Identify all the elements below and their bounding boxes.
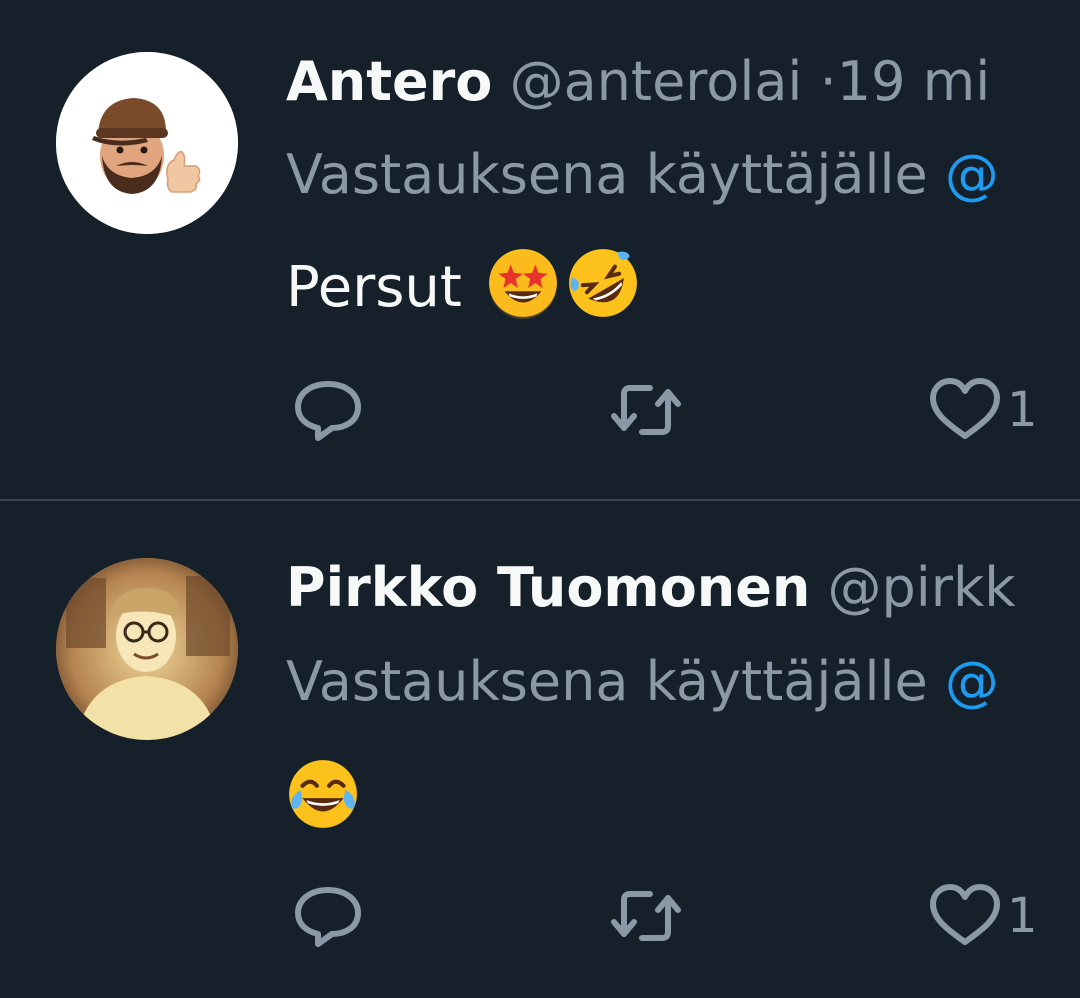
tweet-actions: 1: [0, 876, 1080, 956]
reply-context: Vastauksena käyttäjälle @: [286, 650, 1080, 714]
like-count: 1: [1007, 888, 1038, 944]
like-count: 1: [1007, 382, 1038, 438]
reply-context: Vastauksena käyttäjälle @: [286, 143, 1080, 207]
retweet-button[interactable]: [606, 370, 686, 450]
tweet-text: [286, 757, 360, 832]
avatar[interactable]: [56, 52, 238, 234]
timestamp[interactable]: 19 mi: [837, 50, 990, 113]
tweet-text: Persut: [286, 246, 640, 321]
face-with-tears-of-joy-emoji: [286, 757, 360, 831]
tweet-header: Antero @anterolai ·19 mi: [286, 50, 1080, 114]
rolling-on-floor-laughing-emoji: [566, 246, 640, 320]
retweet-icon: [611, 891, 681, 941]
reply-mention-link[interactable]: @: [945, 650, 999, 713]
star-struck-emoji: [486, 246, 560, 320]
like-button[interactable]: 1: [925, 876, 1038, 956]
reply-context-label: Vastauksena käyttäjälle: [286, 143, 928, 206]
user-handle[interactable]: @anterolai: [510, 50, 803, 113]
tweet-text-content: Persut: [286, 255, 462, 320]
reply-icon: [295, 887, 361, 947]
memoji-avatar-image: [56, 52, 238, 234]
reply-context-label: Vastauksena käyttäjälle: [286, 650, 928, 713]
tweet-header: Pirkko Tuomonen @pirkk: [286, 556, 1080, 620]
display-name[interactable]: Pirkko Tuomonen: [286, 556, 810, 619]
separator-dot: ·: [819, 50, 837, 113]
reply-mention-link[interactable]: @: [945, 143, 999, 206]
like-button[interactable]: 1: [925, 370, 1038, 450]
heart-icon: [930, 378, 1000, 439]
tweet-actions: 1: [0, 370, 1080, 450]
reply-button[interactable]: [288, 876, 368, 956]
user-handle[interactable]: @pirkk: [827, 556, 1015, 619]
retweet-button[interactable]: [606, 876, 686, 956]
tweet[interactable]: Antero @anterolai ·19 mi Vastauksena käy…: [0, 0, 1080, 500]
reply-button[interactable]: [288, 370, 368, 450]
heart-icon: [930, 884, 1000, 945]
display-name[interactable]: Antero: [286, 50, 492, 113]
reply-icon: [295, 381, 361, 441]
tweet[interactable]: Pirkko Tuomonen @pirkk Vastauksena käytt…: [0, 501, 1080, 998]
photo-avatar-image: [56, 558, 238, 740]
avatar[interactable]: [56, 558, 238, 740]
retweet-icon: [611, 385, 681, 435]
